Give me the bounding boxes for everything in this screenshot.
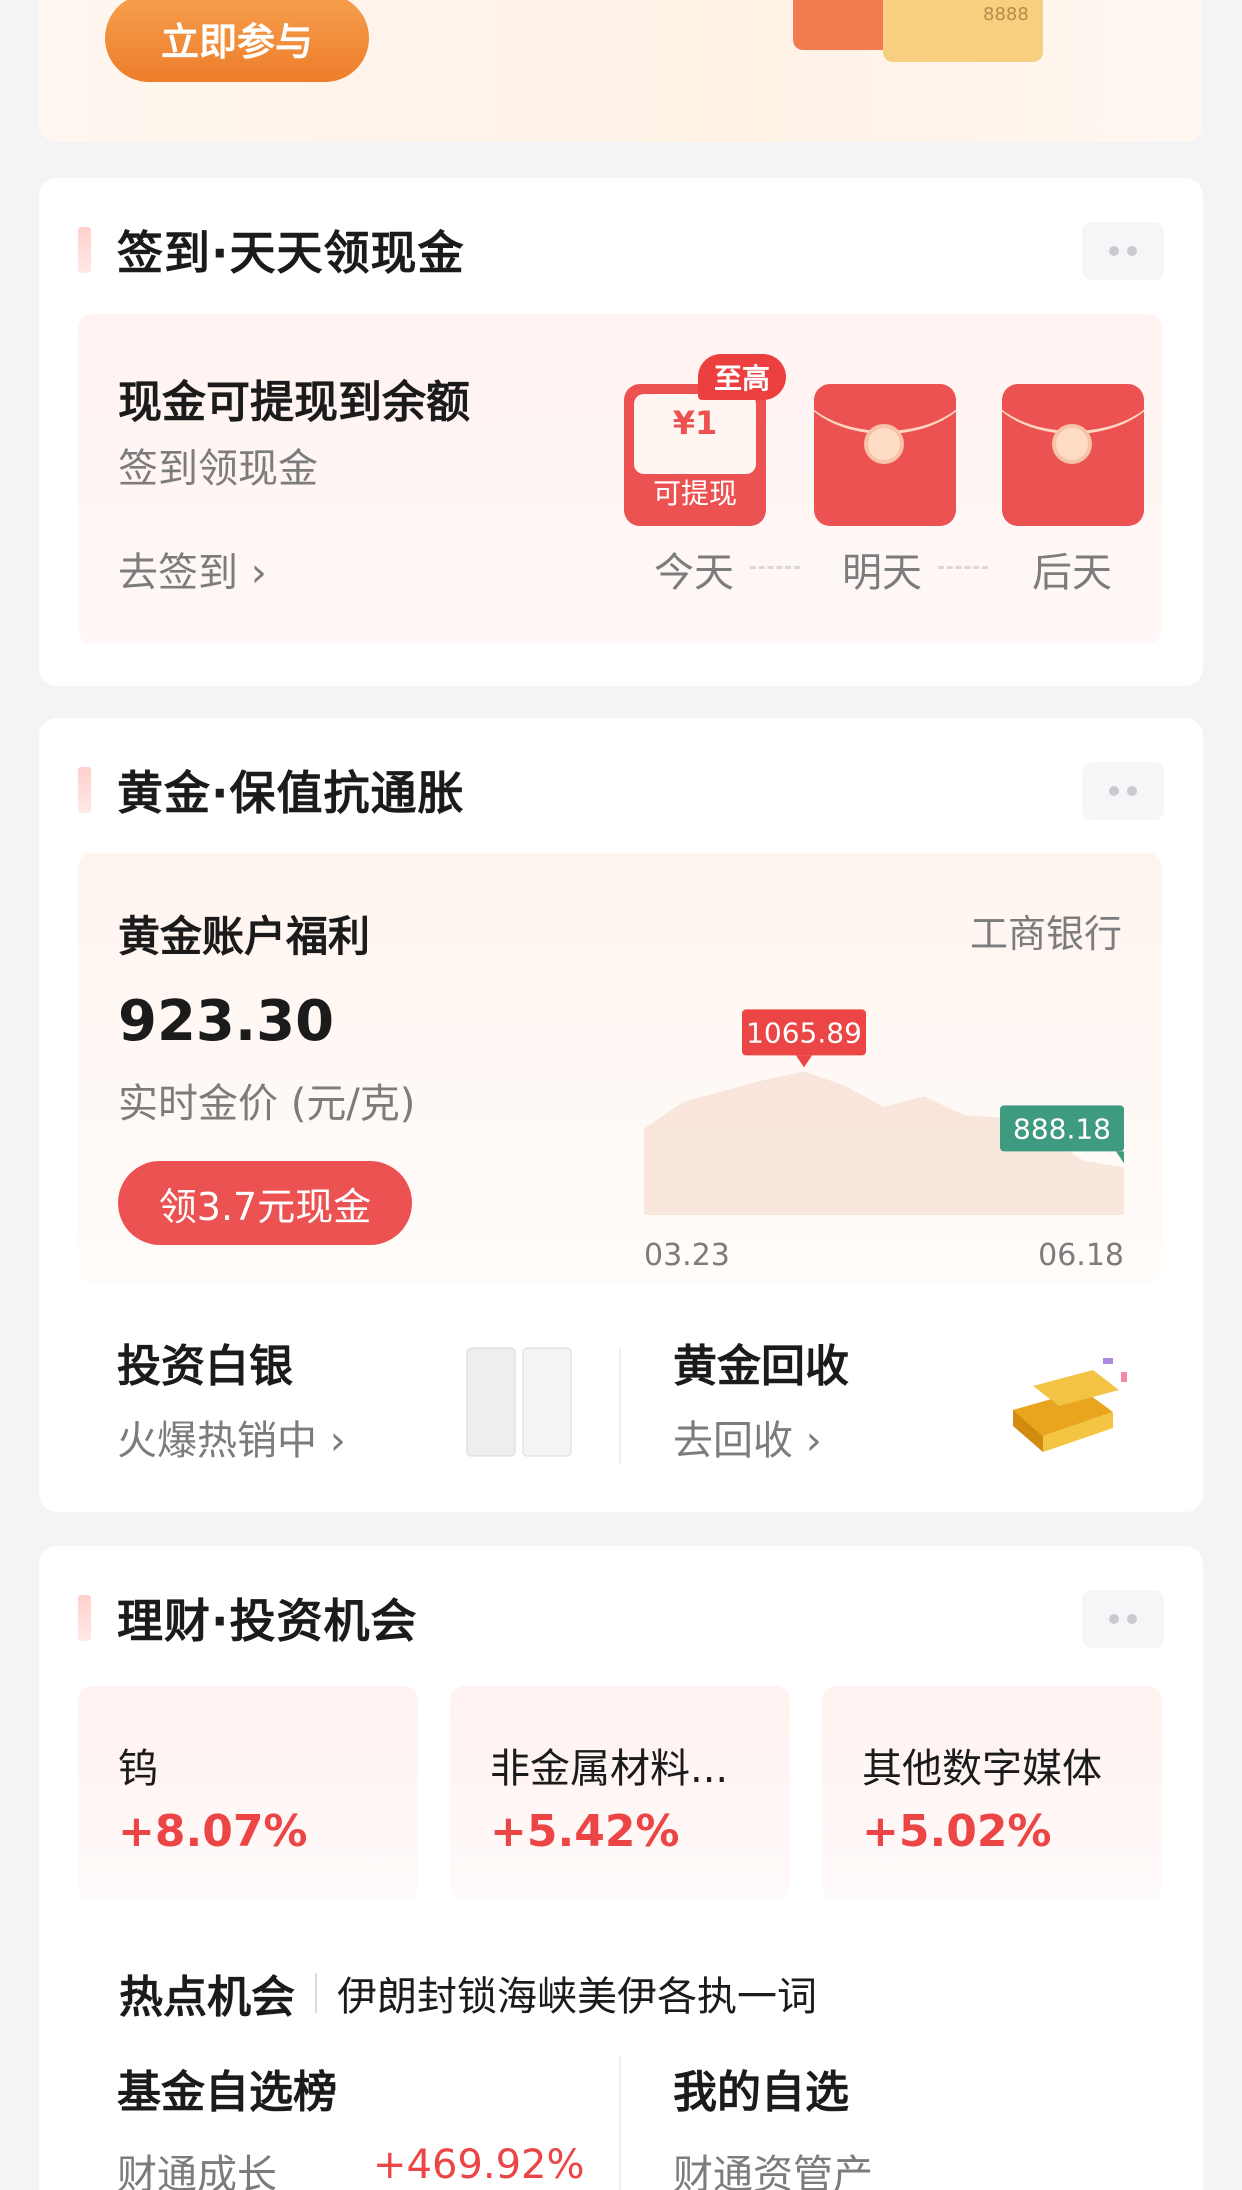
day-label-dayafter: 后天	[1032, 550, 1112, 596]
divider	[938, 566, 988, 569]
sector-change: +5.02%	[862, 1806, 1052, 1857]
card-illustration-icon: 8888	[793, 0, 1043, 62]
x-tick-start: 03.23	[644, 1238, 730, 1273]
gold-card: 黄金·保值抗通胀 黄金账户福利 工商银行 923.30 实时金价 (元/克) 领…	[39, 718, 1203, 1512]
max-value-label: 1065.89	[746, 1016, 862, 1049]
sector-name: 其他数字媒体	[862, 1746, 1102, 1792]
card-number: 8888	[983, 4, 1029, 25]
fund-list-title[interactable]: 基金自选榜	[117, 2056, 337, 2120]
signin-panel-subtitle: 签到领现金	[118, 446, 318, 492]
divider	[315, 1973, 317, 2013]
section-marker	[78, 227, 91, 273]
fund-item-name[interactable]: 财通成长	[117, 2142, 277, 2190]
silver-subtitle[interactable]: 火爆热销中 ›	[117, 1408, 346, 1466]
silver-bar-icon	[466, 1347, 572, 1457]
sector-tile[interactable]: 其他数字媒体 +5.02%	[822, 1686, 1162, 1900]
gold-account-title: 黄金账户福利	[118, 912, 371, 961]
recycle-title[interactable]: 黄金回收	[673, 1330, 849, 1394]
gold-price-chart: 1065.89 888.18 03.23 06.18	[644, 1009, 1124, 1273]
watchlist-item-name[interactable]: 财通资管产	[673, 2142, 873, 2190]
hot-topic-row[interactable]: 热点机会 伊朗封锁海峡美伊各执一词	[119, 1961, 817, 2025]
sector-name: 非金属材料...	[490, 1746, 729, 1792]
max-callout: 1065.89	[742, 1009, 866, 1068]
tomorrow-envelope-icon[interactable]	[814, 384, 956, 526]
gold-panel[interactable]: 黄金账户福利 工商银行 923.30 实时金价 (元/克) 领3.7元现金 10…	[78, 853, 1162, 1283]
section-marker	[78, 767, 91, 813]
my-watchlist-title[interactable]: 我的自选	[673, 2056, 849, 2120]
gold-header: 黄金·保值抗通胀	[78, 760, 464, 820]
sector-change: +8.07%	[118, 1806, 308, 1857]
sector-tile[interactable]: 非金属材料... +5.42%	[450, 1686, 790, 1900]
gold-price: 923.30	[118, 989, 335, 1054]
claim-cash-button[interactable]: 领3.7元现金	[118, 1161, 412, 1245]
today-envelope-icon[interactable]: ¥1 可提现	[624, 384, 766, 526]
signin-header: 签到·天天领现金	[78, 220, 464, 280]
divider	[619, 2056, 621, 2190]
today-amount: ¥1	[672, 404, 718, 442]
sector-name: 钨	[118, 1746, 158, 1792]
day-label-today: 今天	[654, 550, 734, 596]
day-label-tomorrow: 明天	[842, 550, 922, 596]
finance-card: 理财·投资机会 钨 +8.07% 非金属材料... +5.42% 其他数字媒体 …	[39, 1546, 1203, 2190]
signin-panel[interactable]: 现金可提现到余额 签到领现金 去签到 › ¥1 可提现 至高 今天 明天 后天	[78, 314, 1162, 644]
recycle-subtitle[interactable]: 去回收 ›	[673, 1408, 822, 1466]
gold-section-title: 黄金·保值抗通胀	[117, 766, 465, 820]
more-icon[interactable]	[1082, 1590, 1164, 1648]
x-tick-end: 06.18	[1038, 1238, 1124, 1273]
signin-section-title: 签到·天天领现金	[117, 226, 465, 280]
gold-bar-icon	[1013, 1358, 1127, 1452]
dayafter-envelope-icon[interactable]	[1002, 384, 1144, 526]
sector-change: +5.42%	[490, 1806, 680, 1857]
promo-banner[interactable]: 立即参与 8888	[39, 0, 1203, 142]
today-withdraw-label: 可提现	[652, 477, 737, 510]
hot-topic-label: 热点机会	[119, 1972, 295, 2023]
max-badge: 至高	[698, 354, 786, 400]
gold-price-unit: 实时金价 (元/克)	[118, 1081, 416, 1127]
sector-tile[interactable]: 钨 +8.07%	[78, 1686, 418, 1900]
signin-panel-title: 现金可提现到余额	[118, 377, 470, 428]
signin-card: 签到·天天领现金 现金可提现到余额 签到领现金 去签到 › ¥1 可提现 至高 …	[39, 178, 1203, 686]
go-signin-link[interactable]: 去签到 ›	[118, 540, 267, 598]
divider	[750, 566, 800, 569]
fund-item-change: +469.92%	[373, 2142, 585, 2188]
finance-header: 理财·投资机会	[78, 1588, 417, 1648]
silver-title[interactable]: 投资白银	[117, 1330, 293, 1394]
hot-topic-text[interactable]: 伊朗封锁海峡美伊各执一词	[337, 1964, 817, 2022]
more-icon[interactable]	[1082, 762, 1164, 820]
join-button[interactable]: 立即参与	[105, 0, 369, 82]
min-value-label: 888.18	[1013, 1112, 1111, 1145]
divider	[619, 1348, 621, 1464]
finance-section-title: 理财·投资机会	[117, 1594, 418, 1648]
section-marker	[78, 1595, 91, 1641]
more-icon[interactable]	[1082, 222, 1164, 280]
bank-name: 工商银行	[969, 912, 1122, 956]
